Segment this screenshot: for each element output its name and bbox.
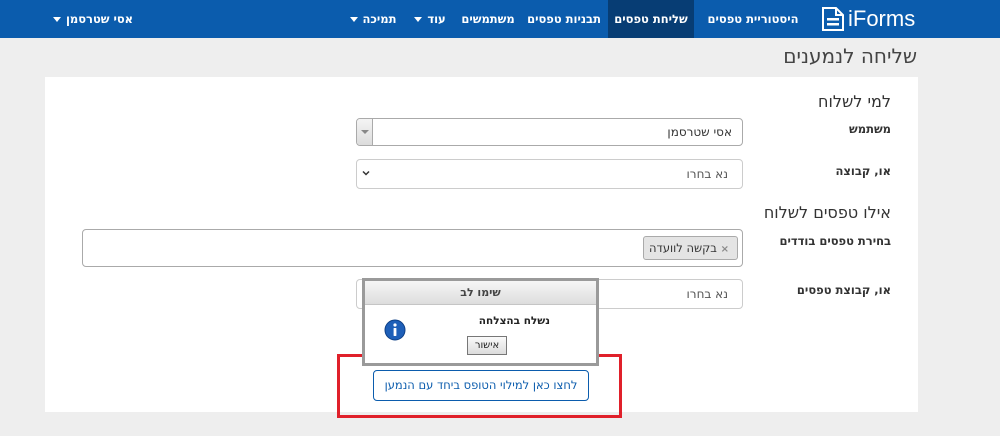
section-title-forms: אילו טפסים לשלוח bbox=[763, 203, 891, 222]
dropdown-arrow-icon[interactable] bbox=[357, 119, 373, 145]
user-menu[interactable]: אסי שטרסמן bbox=[50, 0, 136, 38]
info-icon bbox=[384, 319, 406, 341]
section-title-recipients: למי לשלוח bbox=[818, 92, 891, 111]
remove-tag-icon[interactable]: × bbox=[721, 244, 729, 255]
nav-support[interactable]: תמיכה bbox=[343, 0, 403, 38]
user-select[interactable]: אסי שטרסמן bbox=[356, 118, 743, 146]
single-forms-label: בחירת טפסים בודדים bbox=[779, 234, 891, 248]
group-label: או, קבוצה bbox=[835, 164, 891, 178]
nav-support-label: תמיכה bbox=[362, 12, 397, 26]
dialog-message: נשלח בהצלחה bbox=[478, 315, 550, 327]
nav-history[interactable]: היסטוריית טפסים bbox=[697, 0, 809, 38]
brand-name: iForms bbox=[848, 6, 916, 31]
nav-send-forms[interactable]: שליחת טפסים bbox=[608, 0, 694, 38]
brand-logo[interactable]: iForms bbox=[822, 4, 915, 34]
page-title: שליחה לנמענים bbox=[783, 44, 917, 68]
caret-down-icon bbox=[52, 17, 61, 22]
group-select[interactable]: נא בחרו bbox=[356, 159, 743, 189]
nav-templates[interactable]: תבניות טפסים bbox=[522, 0, 606, 38]
chevron-down-icon bbox=[362, 170, 370, 176]
ok-button[interactable]: אישור bbox=[467, 336, 507, 355]
forms-multiselect[interactable]: × בקשה לוועדה bbox=[82, 229, 743, 267]
forms-group-select-value: נא בחרו bbox=[686, 287, 728, 301]
top-navbar: iForms היסטוריית טפסים שליחת טפסים תבניו… bbox=[0, 0, 1000, 38]
dialog-title: שימו לב bbox=[365, 281, 596, 305]
selected-form-tag: × בקשה לוועדה bbox=[643, 236, 738, 260]
group-select-value: נא בחרו bbox=[686, 167, 728, 181]
forms-group-label: או, קבוצת טפסים bbox=[796, 283, 891, 297]
document-icon bbox=[822, 7, 844, 31]
nav-more[interactable]: עוד bbox=[408, 0, 452, 38]
user-menu-label: אסי שטרסמן bbox=[65, 12, 134, 26]
caret-down-icon bbox=[349, 17, 358, 22]
alert-dialog: שימו לב נשלח בהצלחה אישור bbox=[362, 278, 599, 366]
caret-down-icon bbox=[414, 17, 423, 22]
nav-more-label: עוד bbox=[427, 12, 446, 26]
user-select-value: אסי שטרסמן bbox=[667, 125, 732, 139]
nav-users[interactable]: משתמשים bbox=[456, 0, 520, 38]
selected-form-tag-label: בקשה לוועדה bbox=[649, 241, 717, 255]
user-label: משתמש bbox=[849, 122, 891, 136]
